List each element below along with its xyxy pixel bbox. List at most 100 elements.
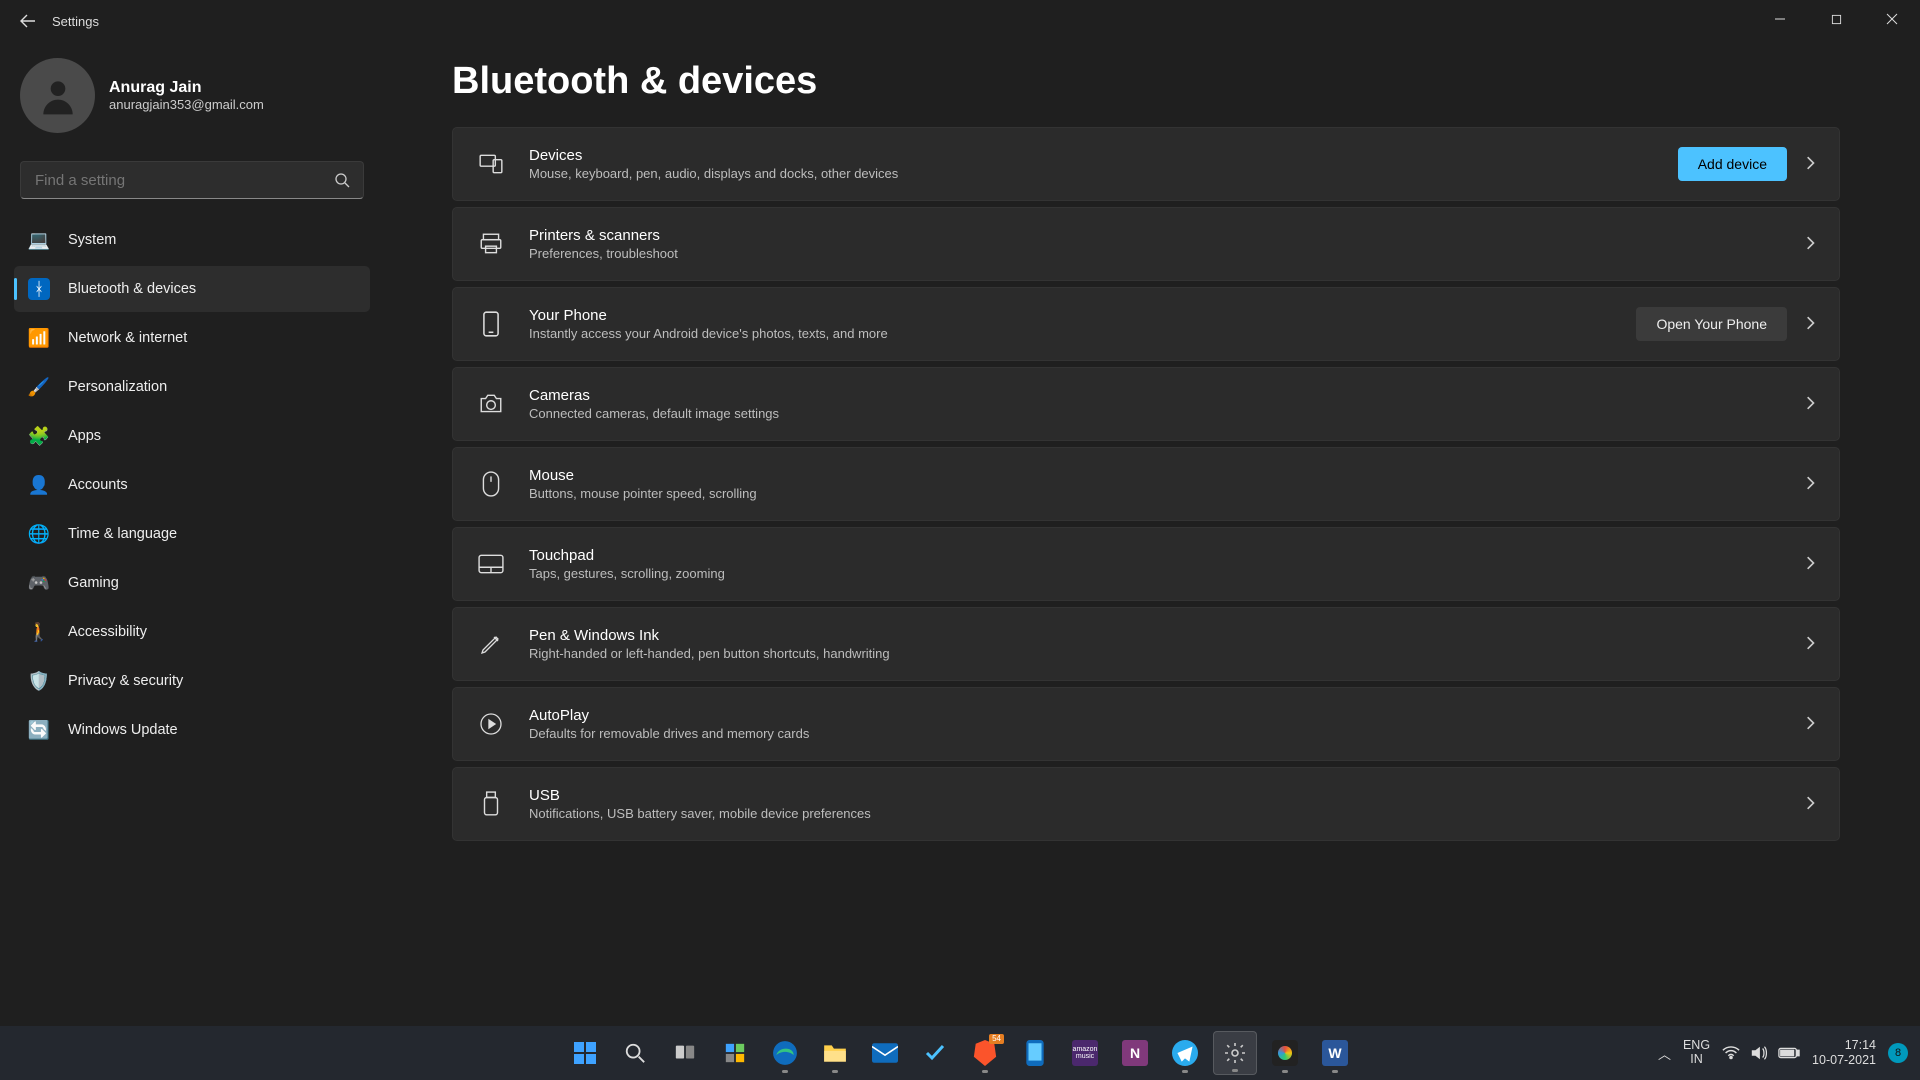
apps-icon: 🧩 <box>28 425 50 447</box>
nav-item-gaming[interactable]: 🎮Gaming <box>14 560 370 606</box>
nav-item-accounts[interactable]: 👤Accounts <box>14 462 370 508</box>
card-cameras[interactable]: Cameras Connected cameras, default image… <box>452 367 1840 441</box>
amazon-music-app[interactable]: amazonmusic <box>1063 1031 1107 1075</box>
phone-app[interactable] <box>1013 1031 1057 1075</box>
settings-app[interactable] <box>1213 1031 1257 1075</box>
onenote-app[interactable]: N <box>1113 1031 1157 1075</box>
nav-item-time[interactable]: 🌐 Time & language <box>14 511 370 557</box>
globe-icon: 🌐 <box>28 523 50 545</box>
close-button[interactable] <box>1864 0 1920 38</box>
todo-app[interactable] <box>913 1031 957 1075</box>
start-button[interactable] <box>563 1031 607 1075</box>
card-printers[interactable]: Printers & scanners Preferences, trouble… <box>452 207 1840 281</box>
card-pen[interactable]: Pen & Windows Ink Right-handed or left-h… <box>452 607 1840 681</box>
nav-item-personalization[interactable]: 🖌️ Personalization <box>14 364 370 410</box>
language-button[interactable]: ENG IN <box>1683 1039 1710 1067</box>
tray-overflow-button[interactable]: ︿ <box>1658 1044 1671 1063</box>
phone-icon <box>477 310 505 338</box>
nav-item-bluetooth[interactable]: ᚼBluetooth & devices <box>14 266 370 312</box>
profile-block[interactable]: Anurag Jain anuragjain353@gmail.com <box>14 42 370 155</box>
open-your-phone-button[interactable]: Open Your Phone <box>1636 307 1787 341</box>
explorer-app[interactable] <box>813 1031 857 1075</box>
word-app[interactable]: W <box>1313 1031 1357 1075</box>
nav-item-apps[interactable]: 🧩Apps <box>14 413 370 459</box>
card-usb[interactable]: USB Notifications, USB battery saver, mo… <box>452 767 1840 841</box>
page-title: Bluetooth & devices <box>452 60 1840 103</box>
chevron-right-icon <box>1803 156 1819 172</box>
taskbar-search-button[interactable] <box>613 1031 657 1075</box>
titlebar: Settings <box>0 0 1920 42</box>
avatar <box>20 58 95 133</box>
clock-button[interactable]: 17:14 10-07-2021 <box>1812 1038 1876 1068</box>
telegram-app[interactable] <box>1163 1031 1207 1075</box>
davinci-app[interactable] <box>1263 1031 1307 1075</box>
brush-icon: 🖌️ <box>28 376 50 398</box>
chevron-right-icon <box>1803 396 1819 412</box>
brave-app[interactable]: 54 <box>963 1031 1007 1075</box>
card-sub: Buttons, mouse pointer speed, scrolling <box>529 486 1787 501</box>
maximize-button[interactable] <box>1808 0 1864 38</box>
edge-app[interactable] <box>763 1031 807 1075</box>
card-sub: Right-handed or left-handed, pen button … <box>529 646 1787 661</box>
card-autoplay[interactable]: AutoPlay Defaults for removable drives a… <box>452 687 1840 761</box>
nav-item-privacy[interactable]: 🛡️ Privacy & security <box>14 658 370 704</box>
card-title: Touchpad <box>529 547 1787 564</box>
card-title: Printers & scanners <box>529 227 1787 244</box>
mouse-icon <box>477 470 505 498</box>
mail-app[interactable] <box>863 1031 907 1075</box>
card-title: AutoPlay <box>529 707 1787 724</box>
add-device-button[interactable]: Add device <box>1678 147 1787 181</box>
touchpad-icon <box>477 550 505 578</box>
system-icon: 💻 <box>28 229 50 251</box>
task-view-button[interactable] <box>663 1031 707 1075</box>
taskbar-center: 54 amazonmusic N W <box>563 1031 1357 1075</box>
widgets-button[interactable] <box>713 1031 757 1075</box>
chevron-right-icon <box>1803 796 1819 812</box>
search-container <box>20 161 364 199</box>
card-mouse[interactable]: Mouse Buttons, mouse pointer speed, scro… <box>452 447 1840 521</box>
card-devices[interactable]: Devices Mouse, keyboard, pen, audio, dis… <box>452 127 1840 201</box>
wifi-icon: 📶 <box>28 327 50 349</box>
search-input[interactable] <box>20 161 364 199</box>
nav-item-system[interactable]: 💻 System <box>14 217 370 263</box>
person-icon: 👤 <box>28 474 50 496</box>
card-sub: Mouse, keyboard, pen, audio, displays an… <box>529 166 1662 181</box>
wifi-tray-icon <box>1722 1046 1740 1060</box>
update-icon: 🔄 <box>28 719 50 741</box>
profile-email: anuragjain353@gmail.com <box>109 97 264 112</box>
pen-icon <box>477 630 505 658</box>
card-your-phone[interactable]: Your Phone Instantly access your Android… <box>452 287 1840 361</box>
card-title: USB <box>529 787 1787 804</box>
system-tray[interactable] <box>1722 1045 1800 1061</box>
nav-item-update[interactable]: 🔄Windows Update <box>14 707 370 753</box>
chevron-right-icon <box>1803 316 1819 332</box>
nav-label: Gaming <box>68 575 119 591</box>
nav-label: System <box>68 232 116 248</box>
nav-label: Time & language <box>68 526 177 542</box>
nav-label: Accessibility <box>68 624 147 640</box>
camera-icon <box>477 390 505 418</box>
volume-tray-icon <box>1750 1045 1768 1061</box>
taskbar-right: ︿ ENG IN 17:14 10-07-2021 8 <box>1658 1038 1908 1068</box>
shield-icon: 🛡️ <box>28 670 50 692</box>
nav-item-accessibility[interactable]: 🚶Accessibility <box>14 609 370 655</box>
nav-item-network[interactable]: 📶 Network & internet <box>14 315 370 361</box>
nav-label: Network & internet <box>68 330 187 346</box>
card-touchpad[interactable]: Touchpad Taps, gestures, scrolling, zoom… <box>452 527 1840 601</box>
autoplay-icon <box>477 710 505 738</box>
nav-label: Bluetooth & devices <box>68 281 196 297</box>
minimize-button[interactable] <box>1752 0 1808 38</box>
card-title: Pen & Windows Ink <box>529 627 1787 644</box>
search-icon <box>334 172 350 188</box>
battery-tray-icon <box>1778 1047 1800 1059</box>
back-button[interactable] <box>14 7 42 35</box>
profile-name: Anurag Jain <box>109 79 264 97</box>
chevron-right-icon <box>1803 716 1819 732</box>
card-sub: Defaults for removable drives and memory… <box>529 726 1787 741</box>
titlebar-label: Settings <box>52 14 99 29</box>
nav-label: Privacy & security <box>68 673 183 689</box>
card-title: Your Phone <box>529 307 1620 324</box>
notifications-button[interactable]: 8 <box>1888 1043 1908 1063</box>
nav-label: Personalization <box>68 379 167 395</box>
sidebar: Anurag Jain anuragjain353@gmail.com 💻 Sys… <box>0 42 380 1026</box>
